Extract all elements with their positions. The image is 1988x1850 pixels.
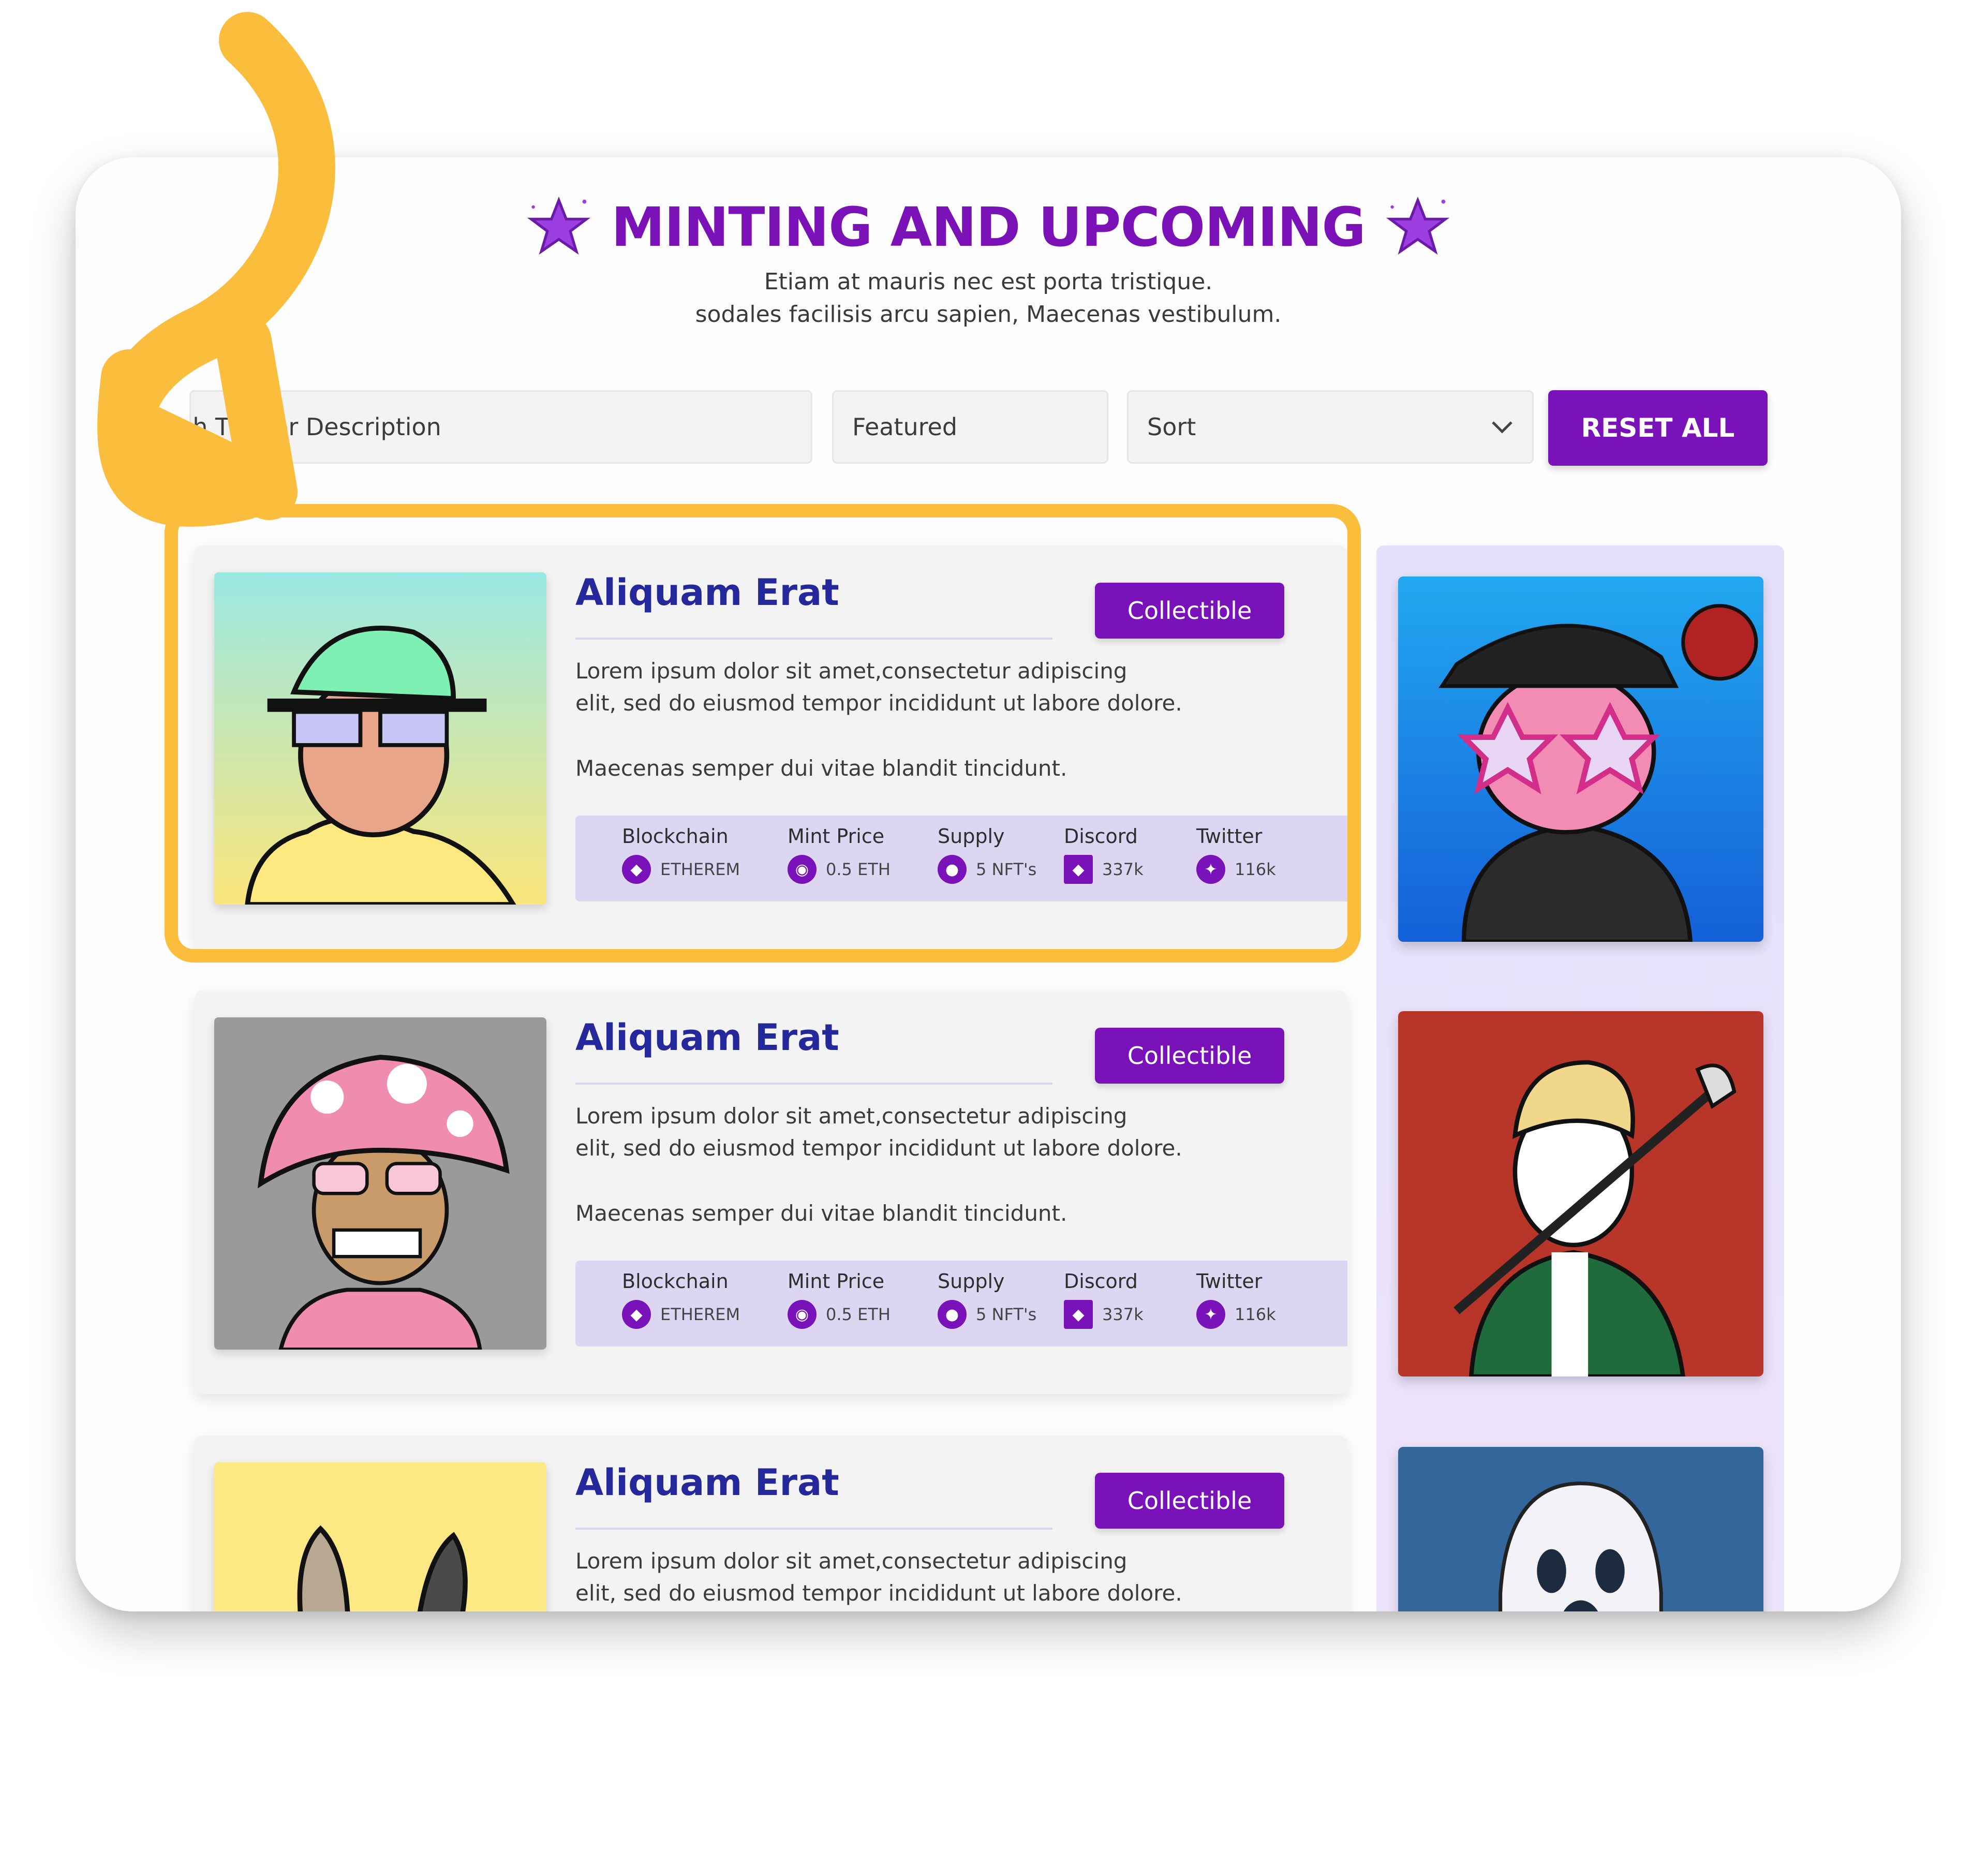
coin-icon: ◉	[788, 1300, 817, 1329]
stat-value: ETHEREM	[660, 1305, 740, 1324]
stat-label: Supply	[938, 1270, 1005, 1293]
listing-card[interactable]: Aliquam Erat Collectible Lorem ipsum dol…	[195, 1435, 1347, 1611]
stat-value: 116k	[1235, 1305, 1276, 1324]
card-title[interactable]: Aliquam Erat	[575, 1016, 839, 1059]
discord-icon: ●	[938, 1300, 967, 1329]
chevron-down-icon	[1492, 421, 1512, 434]
stat-label: Discord	[1064, 1270, 1138, 1293]
stat-twitter[interactable]: Twitter ✦ 116k	[1196, 1270, 1276, 1329]
star-icon	[527, 196, 591, 255]
divider	[575, 1528, 1052, 1530]
sidebar-nft[interactable]	[1398, 576, 1763, 942]
page-header: MINTING AND UPCOMING	[76, 194, 1901, 261]
featured-label: Featured	[852, 413, 958, 441]
page-title: MINTING AND UPCOMING	[611, 196, 1366, 259]
collectible-tag-button[interactable]: Collectible	[1095, 1028, 1284, 1084]
nft-image	[1398, 1447, 1763, 1611]
search-input-text: rch Title or Description	[189, 413, 441, 441]
stat-mint-price: Mint Price ◉ 0.5 ETH	[788, 1270, 891, 1329]
sidebar-nft[interactable]	[1398, 1011, 1763, 1377]
featured-sidebar	[1376, 545, 1784, 1611]
nft-image	[214, 1017, 546, 1350]
stat-value: 337k	[1102, 1305, 1144, 1324]
reset-all-button[interactable]: RESET ALL	[1548, 390, 1768, 466]
star-icon	[1386, 196, 1449, 255]
stat-label: Twitter	[1196, 1270, 1263, 1293]
card-description: Maecenas semper dui vitae blandit tincid…	[575, 1201, 1067, 1226]
stat-label: Mint Price	[788, 1270, 885, 1293]
nft-image	[214, 1462, 546, 1611]
divider	[575, 1083, 1052, 1085]
card-description: elit, sed do eiusmod tempor incididunt u…	[575, 1580, 1182, 1606]
stat-value: 5 NFT's	[976, 1305, 1037, 1324]
page-subtitle: Etiam at mauris nec est porta tristique.	[764, 269, 1213, 295]
card-title[interactable]: Aliquam Erat	[575, 1461, 839, 1504]
card-description: Lorem ipsum dolor sit amet,consectetur a…	[575, 1103, 1127, 1129]
stat-label: Blockchain	[622, 1270, 729, 1293]
featured-filter[interactable]: Featured	[832, 390, 1108, 464]
nft-thumbnail[interactable]	[214, 1462, 546, 1611]
sort-label: Sort	[1147, 413, 1196, 441]
page-subtitle: sodales facilisis arcu sapien, Maecenas …	[695, 301, 1282, 328]
highlight-frame	[165, 504, 1361, 963]
stat-supply: Supply ● 5 NFT's	[938, 1270, 1036, 1329]
sort-select[interactable]: Sort	[1127, 390, 1534, 464]
nft-thumbnail[interactable]	[214, 1017, 546, 1350]
card-description: Lorem ipsum dolor sit amet,consectetur a…	[575, 1548, 1127, 1574]
collectible-tag-button[interactable]: Collectible	[1095, 1473, 1284, 1529]
search-input[interactable]: rch Title or Description	[189, 390, 812, 464]
stats-bar: Blockchain ◆ ETHEREM Mint Price ◉ 0.5 ETH …	[575, 1261, 1347, 1346]
nft-image	[1398, 1011, 1763, 1377]
ethereum-icon: ◆	[622, 1300, 651, 1329]
diamond-icon: ◆	[1064, 1300, 1093, 1329]
stat-value: 0.5 ETH	[826, 1305, 891, 1324]
twitter-icon: ✦	[1196, 1300, 1225, 1329]
stat-discord[interactable]: Discord ◆ 337k	[1064, 1270, 1144, 1329]
listing-card[interactable]: Aliquam Erat Collectible Lorem ipsum dol…	[195, 990, 1347, 1394]
stat-blockchain: Blockchain ◆ ETHEREM	[622, 1270, 740, 1329]
card-description: elit, sed do eiusmod tempor incididunt u…	[575, 1135, 1182, 1161]
nft-image	[1398, 576, 1763, 942]
sidebar-nft[interactable]	[1398, 1447, 1763, 1611]
